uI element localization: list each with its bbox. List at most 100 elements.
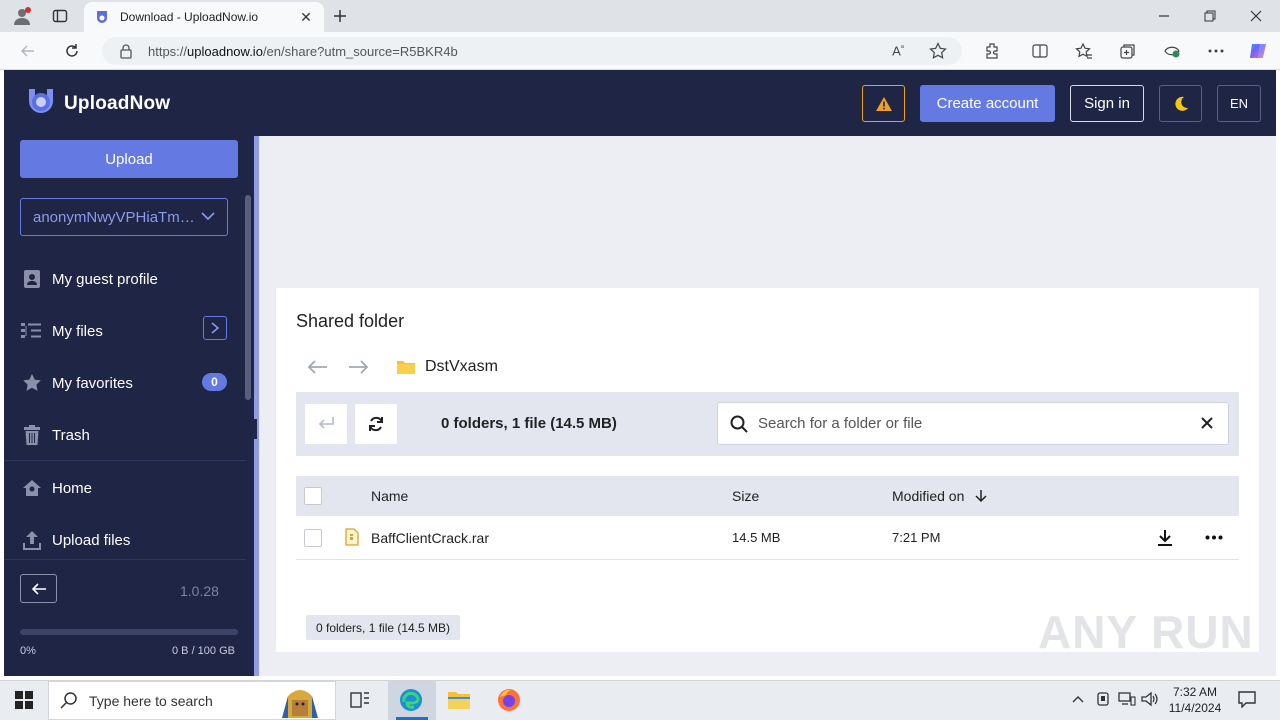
profile-icon [20, 267, 44, 291]
row-checkbox[interactable] [304, 529, 322, 547]
new-tab-icon[interactable] [330, 6, 350, 26]
task-view-icon[interactable] [350, 690, 370, 710]
create-account-button[interactable]: Create account [920, 85, 1055, 122]
collapse-sidebar-button[interactable] [20, 574, 57, 603]
url-host: uploadnow.io [187, 43, 263, 59]
taskbar-search-icon [60, 691, 78, 709]
archive-file-icon [345, 528, 359, 546]
sign-in-button[interactable]: Sign in [1070, 85, 1144, 122]
restore-icon[interactable] [1200, 6, 1220, 26]
account-selector[interactable]: anonymNwyVPHiaTmsmJ [20, 198, 228, 236]
select-all-checkbox[interactable] [304, 487, 322, 505]
browser-essentials-icon[interactable] [1162, 41, 1182, 61]
home-icon [20, 476, 44, 500]
sidebar-scrollbar[interactable] [245, 195, 251, 400]
resize-handle[interactable] [254, 419, 257, 439]
refresh-button[interactable] [355, 404, 397, 444]
read-aloud-icon[interactable]: Aᵃ [888, 41, 908, 61]
column-name[interactable]: Name [371, 488, 408, 504]
sidebar-divider [4, 460, 246, 461]
chevron-down-icon[interactable] [200, 208, 216, 224]
sort-desc-icon[interactable] [975, 489, 987, 503]
search-icon [730, 415, 748, 433]
storage-progress-bar [20, 629, 238, 635]
network-icon[interactable] [1118, 691, 1136, 707]
split-screen-icon[interactable] [1030, 41, 1050, 61]
back-icon[interactable] [18, 41, 38, 61]
url-path: /en/share?utm_source=R5BKR4b [262, 43, 458, 59]
url-prefix: https:// [148, 43, 188, 59]
content-left-edge [254, 136, 259, 676]
column-size[interactable]: Size [732, 488, 759, 504]
sidebar-item-label: Trash [52, 426, 90, 444]
account-name: anonymNwyVPHiaTmsmJ [33, 208, 201, 226]
upload-icon [20, 528, 44, 552]
sidebar-item-home[interactable]: Home [20, 473, 238, 503]
tab-actions-icon[interactable] [50, 6, 70, 26]
trash-icon [20, 423, 44, 447]
notifications-icon[interactable] [1238, 690, 1256, 708]
clear-search-icon[interactable] [1200, 416, 1214, 430]
file-explorer-icon[interactable] [447, 689, 471, 711]
favorite-star-icon[interactable] [928, 41, 948, 61]
anyrun-watermark: ANY RUN [1038, 606, 1254, 658]
storage-used: 0 B / 100 GB [172, 645, 235, 657]
page-title: Shared folder [296, 311, 405, 331]
nav-back-icon[interactable] [306, 358, 328, 376]
sidebar-item-label: Home [52, 479, 93, 497]
refresh-icon[interactable] [62, 41, 82, 61]
browser-tab-active[interactable]: Download - UploadNow.io ✕ [84, 2, 324, 32]
sidebar-item-label: My favorites [52, 374, 133, 392]
tray-device-icon[interactable] [1095, 691, 1111, 707]
nav-forward-icon[interactable] [348, 358, 370, 376]
sidebar-item-label: My files [52, 322, 103, 340]
sidebar-item-label: My guest profile [52, 270, 158, 288]
more-options-icon[interactable] [1205, 535, 1223, 540]
brand-name[interactable]: UploadNow [64, 93, 170, 115]
sidebar-divider [4, 559, 246, 560]
storage-percent: 0% [20, 645, 36, 657]
uploadnow-logo-icon[interactable] [26, 87, 56, 117]
uploadnow-favicon [94, 9, 110, 25]
warning-button[interactable] [862, 85, 905, 122]
language-button[interactable]: EN [1217, 85, 1261, 122]
system-clock[interactable]: 7:32 AM 11/4/2024 [1160, 684, 1230, 716]
sidebar-item-trash[interactable]: Trash [20, 420, 238, 450]
collections-icon[interactable] [1118, 41, 1138, 61]
folder-name[interactable]: DstVxasm [425, 358, 498, 376]
firefox-icon[interactable] [497, 688, 521, 712]
parent-folder-button[interactable] [305, 404, 347, 444]
favorites-icon[interactable] [1074, 41, 1094, 61]
sidebar-item-guest-profile[interactable]: My guest profile [20, 264, 238, 294]
windows-start-icon[interactable] [15, 691, 33, 709]
star-icon [20, 371, 44, 395]
expand-files-button[interactable] [203, 316, 227, 340]
search-input[interactable] [758, 415, 1178, 432]
download-icon[interactable] [1157, 529, 1173, 547]
favorites-count-badge: 0 [202, 373, 227, 391]
search-highlight-pharaoh-icon[interactable] [268, 682, 332, 719]
clock-date: 11/4/2024 [1168, 701, 1222, 715]
more-menu-icon[interactable] [1206, 41, 1226, 61]
copilot-icon[interactable] [1248, 41, 1268, 61]
sidebar-item-upload-files[interactable]: Upload files [20, 525, 238, 555]
search-field[interactable] [717, 402, 1229, 445]
dark-mode-button[interactable] [1159, 85, 1202, 122]
tray-chevron-up-icon[interactable] [1071, 692, 1085, 706]
address-bar[interactable]: https://uploadnow.io/en/share?utm_source… [102, 37, 962, 65]
minimize-icon[interactable] [1154, 6, 1174, 26]
volume-icon[interactable] [1141, 691, 1159, 707]
sidebar-item-label: Upload files [52, 531, 131, 549]
close-tab-icon[interactable]: ✕ [298, 9, 314, 26]
extensions-icon[interactable] [982, 41, 1002, 61]
file-modified: 7:21 PM [892, 530, 941, 545]
profile-avatar-icon[interactable] [12, 6, 32, 26]
close-window-icon[interactable] [1246, 6, 1266, 26]
upload-button[interactable]: Upload [20, 140, 238, 178]
app-version: 1.0.28 [180, 583, 219, 599]
file-name[interactable]: BaffClientCrack.rar [371, 530, 489, 546]
lock-icon[interactable] [116, 41, 136, 61]
footer-summary: 0 folders, 1 file (14.5 MB) [306, 615, 461, 640]
chevron-right-icon [211, 322, 220, 334]
column-modified[interactable]: Modified on [892, 488, 964, 504]
